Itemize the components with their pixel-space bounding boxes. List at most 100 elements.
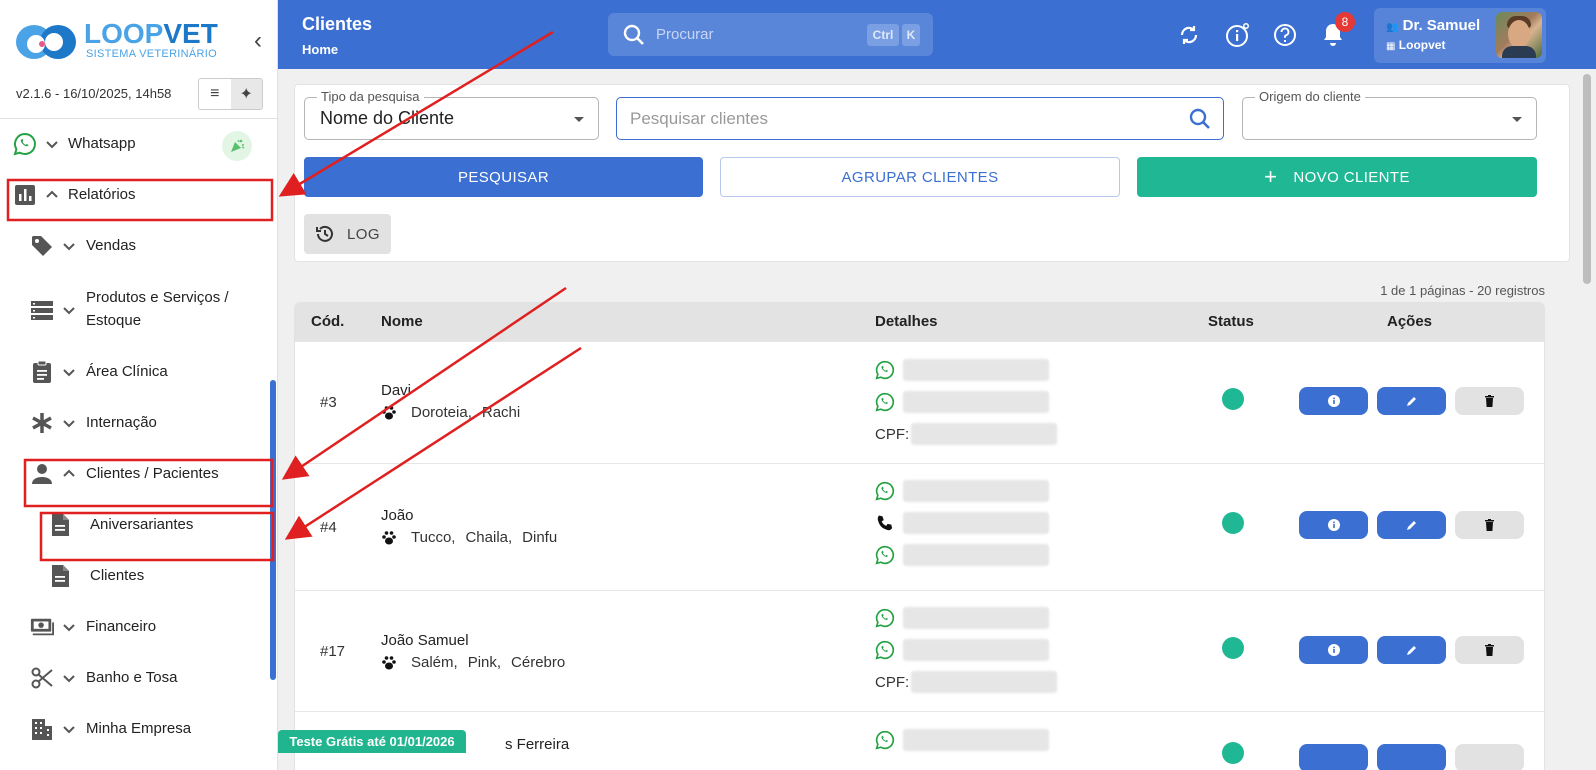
sidebar-item-relatorios[interactable]: Relatórios — [0, 173, 270, 217]
whatsapp-icon[interactable] — [875, 730, 895, 750]
whatsapp-icon[interactable] — [875, 545, 895, 565]
info-button[interactable] — [1299, 511, 1368, 539]
chevron-up-icon — [46, 190, 58, 198]
table-row[interactable]: #17 João Samuel Salém, Pink, Cérebro CPF… — [295, 590, 1544, 711]
edit-button[interactable] — [1377, 636, 1446, 664]
pet-name[interactable]: Pink, — [468, 654, 501, 671]
global-search[interactable]: Procurar Ctrl K — [608, 13, 933, 56]
row-name[interactable]: João — [381, 507, 414, 524]
whatsapp-icon[interactable] — [875, 360, 895, 380]
search-type-select[interactable]: Tipo da pesquisa Nome do Cliente — [304, 89, 599, 140]
pet-name[interactable]: Dinfu — [522, 529, 557, 546]
pet-name[interactable]: Chaila, — [465, 529, 512, 546]
table-row[interactable]: #4 João Tucco, Chaila, Dinfu — [295, 463, 1544, 590]
edit-button[interactable] — [1377, 511, 1446, 539]
search-icon[interactable] — [1189, 108, 1211, 130]
sidebar-item-minha-empresa[interactable]: Minha Empresa — [0, 707, 270, 751]
info-button[interactable] — [1299, 744, 1368, 770]
table-row[interactable]: #3 Davi Doroteia, Rachi CPF: — [295, 341, 1544, 463]
sidebar-item-vendas[interactable]: Vendas — [0, 224, 270, 268]
help-icon[interactable] — [1272, 22, 1298, 48]
sidebar-item-produtos-servicos[interactable]: Produtos e Serviços / Estoque — [0, 285, 270, 335]
info-button[interactable] — [1299, 387, 1368, 415]
sidebar: LOOPVET SISTEMA VETERINÁRIO ‹ v2.1.6 - 1… — [0, 0, 278, 770]
pet-name[interactable]: Doroteia, — [411, 404, 472, 421]
version-row: v2.1.6 - 16/10/2025, 14h58 ≡ ✦ — [16, 78, 264, 112]
search-button[interactable]: PESQUISAR — [304, 157, 703, 197]
delete-button[interactable] — [1455, 387, 1524, 415]
bar-chart-icon — [13, 183, 37, 207]
chevron-down-icon — [46, 141, 58, 149]
detail-cpf: CPF: — [875, 670, 1065, 694]
delete-button[interactable] — [1455, 511, 1524, 539]
whatsapp-icon[interactable] — [875, 640, 895, 660]
sidebar-item-internacao[interactable]: Internação — [0, 401, 270, 445]
sidebar-item-area-clinica[interactable]: Área Clínica — [0, 350, 270, 394]
client-search-input[interactable]: Pesquisar clientes — [616, 97, 1224, 140]
sparkle-icon[interactable]: ✦ — [230, 79, 262, 109]
collapse-sidebar-chevron-icon[interactable]: ‹ — [246, 26, 270, 56]
edit-button[interactable] — [1377, 744, 1446, 770]
menu-lines-icon[interactable]: ≡ — [199, 79, 231, 109]
trash-icon — [1485, 519, 1494, 531]
row-name[interactable]: s Ferreira — [505, 736, 569, 753]
whatsapp-icon[interactable] — [875, 481, 895, 501]
client-origin-select[interactable]: Origem do cliente — [1242, 89, 1537, 140]
redacted-phone — [903, 391, 1049, 413]
client-search-placeholder: Pesquisar clientes — [630, 109, 768, 128]
group-clients-button[interactable]: AGRUPAR CLIENTES — [720, 157, 1120, 197]
info-icon[interactable] — [1224, 22, 1250, 48]
page-scrollbar[interactable] — [1583, 74, 1591, 284]
breadcrumb[interactable]: Home — [302, 42, 338, 57]
pencil-icon — [1406, 397, 1416, 406]
chevron-down-icon — [63, 369, 75, 377]
pet-name[interactable]: Salém, — [411, 654, 458, 671]
row-name[interactable]: Davi — [381, 382, 411, 399]
building-icon — [30, 717, 54, 741]
chevron-down-icon — [63, 243, 75, 251]
party-popper-icon[interactable] — [222, 131, 252, 161]
sidebar-item-financeiro[interactable]: Financeiro — [0, 605, 270, 649]
sidebar-item-label: Aniversariantes — [90, 516, 194, 533]
whatsapp-icon[interactable] — [875, 392, 895, 412]
sidebar-item-banho-tosa[interactable]: Banho e Tosa — [0, 656, 270, 700]
pet-name[interactable]: Cérebro — [511, 654, 565, 671]
row-code: #17 — [320, 643, 346, 660]
client-origin-label: Origem do cliente — [1255, 89, 1365, 104]
pet-name[interactable]: Rachi — [482, 404, 520, 421]
new-client-button[interactable]: + NOVO CLIENTE — [1137, 157, 1537, 197]
clipboard-icon — [30, 360, 54, 384]
redacted-phone — [903, 544, 1049, 566]
detail-phone — [875, 511, 1065, 535]
detail-whatsapp — [875, 543, 1065, 567]
col-nome[interactable]: Nome — [381, 313, 423, 330]
chevron-down-icon — [63, 675, 75, 683]
user-name: 👥 Dr. Samuel — [1386, 17, 1481, 34]
phone-icon[interactable] — [875, 513, 895, 533]
whatsapp-icon[interactable] — [875, 608, 895, 628]
user-menu[interactable]: 👥 Dr. Samuel ▦ Loopvet — [1374, 8, 1546, 63]
log-button[interactable]: LOG — [304, 214, 391, 254]
sync-icon[interactable] — [1176, 22, 1202, 48]
delete-button[interactable] — [1455, 636, 1524, 664]
sidebar-item-label: Banho e Tosa — [86, 669, 178, 686]
info-button[interactable] — [1299, 636, 1368, 664]
sidebar-scrollbar[interactable] — [270, 380, 276, 680]
table-row[interactable]: s Ferreira — [295, 711, 1544, 770]
col-acoes: Ações — [1387, 313, 1433, 330]
person-icon — [30, 462, 54, 486]
edit-button[interactable] — [1377, 387, 1446, 415]
list-icon — [30, 298, 54, 322]
shortcut-k: K — [902, 24, 920, 46]
delete-button[interactable] — [1455, 744, 1524, 770]
col-cod[interactable]: Cód. — [311, 313, 344, 330]
info-icon — [1327, 395, 1340, 407]
sidebar-item-clientes[interactable]: Clientes — [0, 554, 270, 598]
sidebar-item-aniversariantes[interactable]: Aniversariantes — [0, 503, 270, 547]
pet-name[interactable]: Tucco, — [411, 529, 455, 546]
sidebar-item-label: Relatórios — [68, 186, 136, 203]
sidebar-item-clientes-pacientes[interactable]: Clientes / Pacientes — [0, 452, 270, 496]
sidebar-item-label: Minha Empresa — [86, 720, 192, 737]
detail-whatsapp — [875, 390, 1065, 414]
row-name[interactable]: João Samuel — [381, 632, 469, 649]
